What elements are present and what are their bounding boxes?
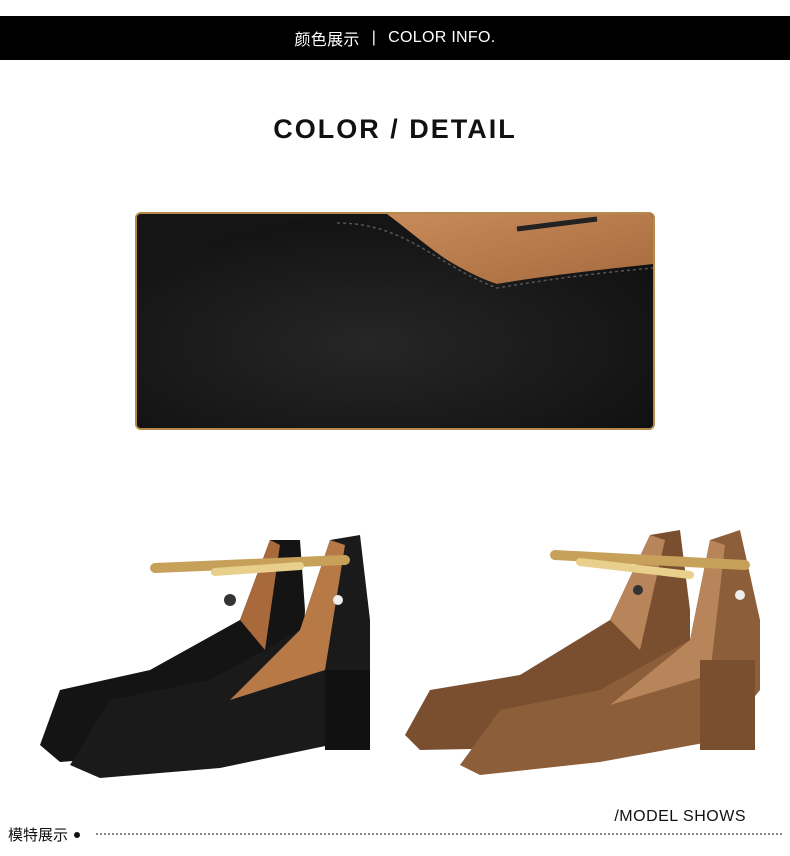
model-shows-label-cn: 模特展示 [8,824,81,845]
color-info-banner: 颜色展示 | COLOR INFO. [0,16,790,60]
brown-suede-pump-icon [405,530,760,775]
section-heading: COLOR / DETAIL [273,114,517,144]
black-suede-pump-icon [40,535,370,778]
suede-detail-image [135,212,655,430]
suede-closeup-icon [137,214,653,428]
banner-separator: | [371,29,377,46]
banner-title-cn: 颜色展示 [294,32,360,49]
footer-left-text: 模特展示 [8,827,69,844]
banner-title-en: COLOR INFO. [388,29,496,46]
model-shows-label-en: /MODEL SHOWS [614,808,746,825]
model-shoes-image [40,530,760,778]
footer-divider [96,833,782,835]
bullet-dot-icon [74,831,81,838]
